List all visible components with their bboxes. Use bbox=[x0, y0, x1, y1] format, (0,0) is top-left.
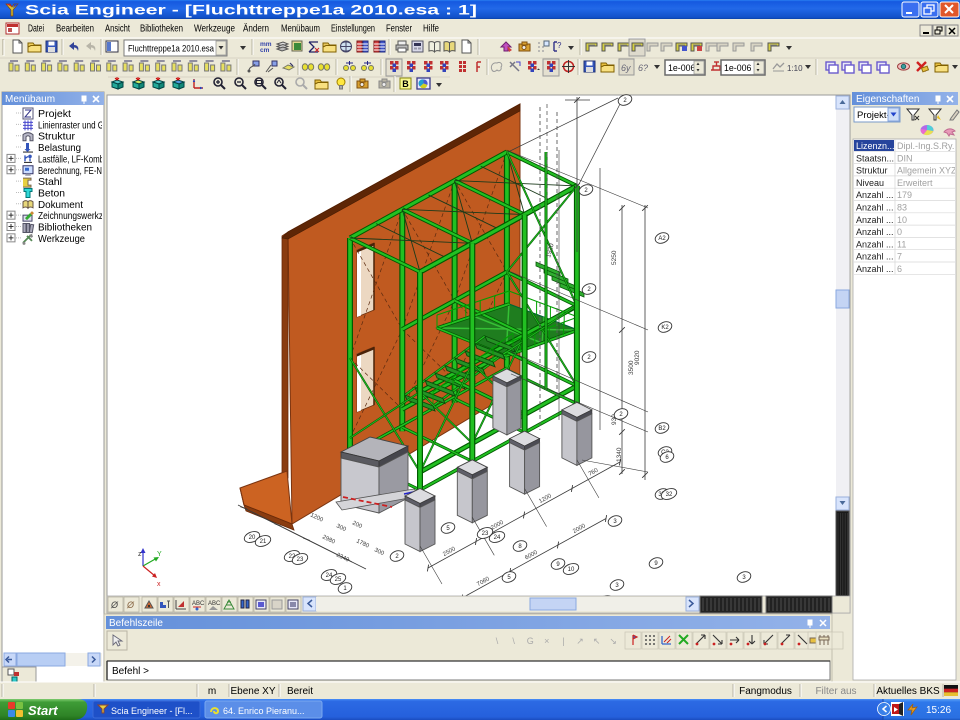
svg-text:ABC: ABC bbox=[208, 601, 221, 607]
svg-text:Dipl.-Ing.S.Ry...: Dipl.-Ing.S.Ry... bbox=[897, 141, 959, 151]
svg-text:Fangmodus: Fangmodus bbox=[739, 686, 792, 697]
svg-text:Erweitert: Erweitert bbox=[897, 178, 933, 188]
svg-text:9020: 9020 bbox=[634, 350, 641, 365]
svg-text:cm: cm bbox=[260, 47, 270, 54]
svg-text:Anzahl ...: Anzahl ... bbox=[856, 239, 894, 249]
svg-text:Fenster: Fenster bbox=[386, 24, 413, 35]
svg-text:25: 25 bbox=[335, 577, 342, 583]
svg-text:Ø: Ø bbox=[126, 600, 135, 610]
svg-text:Niveau: Niveau bbox=[856, 178, 884, 188]
svg-text:Ansicht: Ansicht bbox=[105, 24, 130, 35]
svg-text:Bearbeiten: Bearbeiten bbox=[56, 24, 94, 35]
svg-text:K2: K2 bbox=[661, 325, 669, 331]
svg-text:Stahl: Stahl bbox=[38, 176, 62, 188]
svg-text:Y: Y bbox=[157, 551, 162, 558]
svg-text:ABC: ABC bbox=[192, 601, 205, 607]
svg-text:1e-006: 1e-006 bbox=[724, 63, 751, 73]
svg-text:DIN: DIN bbox=[897, 153, 913, 163]
svg-text:x: x bbox=[157, 581, 161, 588]
svg-text:10: 10 bbox=[897, 215, 907, 225]
svg-text:×: × bbox=[544, 636, 549, 646]
svg-text:0: 0 bbox=[897, 227, 902, 237]
svg-text:Scia Engineer - [Fluchttreppe1: Scia Engineer - [Fluchttreppe1a 2010.esa… bbox=[25, 3, 477, 18]
svg-text:Filter aus: Filter aus bbox=[815, 686, 856, 697]
svg-text:Anzahl ...: Anzahl ... bbox=[856, 252, 894, 262]
svg-text:Struktur: Struktur bbox=[856, 166, 888, 176]
svg-text:↘: ↘ bbox=[609, 636, 617, 646]
svg-text:6y: 6y bbox=[621, 63, 631, 73]
svg-text:|: | bbox=[562, 636, 564, 646]
svg-text:m: m bbox=[208, 686, 216, 697]
svg-text:20: 20 bbox=[249, 535, 256, 541]
svg-text:Struktur: Struktur bbox=[38, 131, 76, 143]
svg-text:z: z bbox=[138, 551, 142, 558]
svg-text:15:26: 15:26 bbox=[926, 705, 951, 716]
svg-text:G: G bbox=[527, 636, 534, 646]
svg-text:5250: 5250 bbox=[611, 250, 618, 265]
svg-text:Eigenschaften: Eigenschaften bbox=[856, 94, 919, 105]
svg-text:↗: ↗ bbox=[576, 636, 584, 646]
svg-text:Anzahl ...: Anzahl ... bbox=[856, 203, 894, 213]
svg-text:Werkzeuge: Werkzeuge bbox=[38, 233, 85, 245]
svg-text:64. Enrico Pieranu...: 64. Enrico Pieranu... bbox=[223, 706, 305, 716]
svg-text:32: 32 bbox=[666, 492, 673, 498]
svg-text:Start: Start bbox=[28, 703, 58, 718]
svg-text:Datei: Datei bbox=[28, 24, 44, 35]
svg-text:A2: A2 bbox=[658, 236, 666, 242]
svg-text:Aktuelles BKS: Aktuelles BKS bbox=[876, 686, 940, 697]
svg-text:1340: 1340 bbox=[616, 447, 623, 462]
svg-text:Anzahl ...: Anzahl ... bbox=[856, 190, 894, 200]
svg-text:23: 23 bbox=[297, 557, 304, 563]
svg-text:Anzahl ...: Anzahl ... bbox=[856, 264, 894, 274]
svg-text:Hilfe: Hilfe bbox=[423, 24, 439, 35]
svg-text:24: 24 bbox=[494, 535, 501, 541]
svg-text:Ø: Ø bbox=[110, 600, 119, 610]
svg-text:Ebene XY: Ebene XY bbox=[230, 686, 275, 697]
svg-text:6?: 6? bbox=[638, 63, 648, 73]
svg-text:83: 83 bbox=[897, 203, 907, 213]
svg-text:Bereit: Bereit bbox=[287, 686, 313, 697]
svg-text:Scia Engineer - [Fl...: Scia Engineer - [Fl... bbox=[111, 706, 193, 716]
svg-text:Zeichnungswerkz: Zeichnungswerkz bbox=[38, 210, 103, 222]
svg-text:6: 6 bbox=[897, 264, 902, 274]
svg-text:Werkzeuge: Werkzeuge bbox=[194, 24, 235, 35]
svg-text:1:10: 1:10 bbox=[787, 64, 803, 73]
svg-text:21: 21 bbox=[260, 539, 267, 545]
svg-text:11: 11 bbox=[897, 239, 906, 249]
svg-text:Einstellungen: Einstellungen bbox=[331, 24, 375, 35]
svg-text:Linienraster und G: Linienraster und G bbox=[38, 119, 104, 131]
svg-text:Berechnung, FE-N: Berechnung, FE-N bbox=[38, 165, 102, 177]
svg-text:Bibliotheken: Bibliotheken bbox=[140, 24, 183, 35]
svg-text:Befehl >: Befehl > bbox=[112, 666, 149, 677]
svg-text:Dokument: Dokument bbox=[38, 199, 83, 211]
svg-text:Lastfälle, LF-Komb: Lastfälle, LF-Komb bbox=[38, 153, 104, 165]
svg-text:Allgemein XYZ: Allgemein XYZ bbox=[897, 166, 957, 176]
svg-text:↖: ↖ bbox=[593, 636, 601, 646]
svg-text:10: 10 bbox=[568, 567, 575, 573]
svg-text:B2: B2 bbox=[658, 426, 666, 432]
svg-text:Anzahl ...: Anzahl ... bbox=[856, 215, 894, 225]
svg-text:7: 7 bbox=[897, 252, 902, 262]
svg-text:B: B bbox=[402, 79, 409, 89]
svg-text:Bibliotheken: Bibliotheken bbox=[38, 222, 92, 234]
svg-text:Befehlszeile: Befehlszeile bbox=[109, 618, 163, 629]
svg-text:1e-006: 1e-006 bbox=[668, 63, 695, 73]
svg-text:Staatsn...: Staatsn... bbox=[856, 153, 894, 163]
svg-text:Beton: Beton bbox=[38, 187, 65, 199]
svg-text:Belastung: Belastung bbox=[38, 142, 81, 154]
svg-text:Menübaum: Menübaum bbox=[5, 94, 55, 105]
svg-text:179: 179 bbox=[897, 190, 912, 200]
svg-text:Fluchttreppe1a 2010.esa: Fluchttreppe1a 2010.esa bbox=[128, 44, 215, 55]
svg-text:23: 23 bbox=[482, 531, 489, 537]
svg-text:Projekt-l: Projekt-l bbox=[857, 110, 892, 121]
svg-text:Lizenzn...: Lizenzn... bbox=[856, 141, 895, 151]
svg-text:Ändern: Ändern bbox=[243, 23, 269, 35]
svg-text:?: ? bbox=[557, 41, 562, 50]
svg-text:Menübaum: Menübaum bbox=[281, 24, 320, 35]
svg-text:Projekt: Projekt bbox=[38, 108, 71, 120]
svg-text:Anzahl ...: Anzahl ... bbox=[856, 227, 894, 237]
